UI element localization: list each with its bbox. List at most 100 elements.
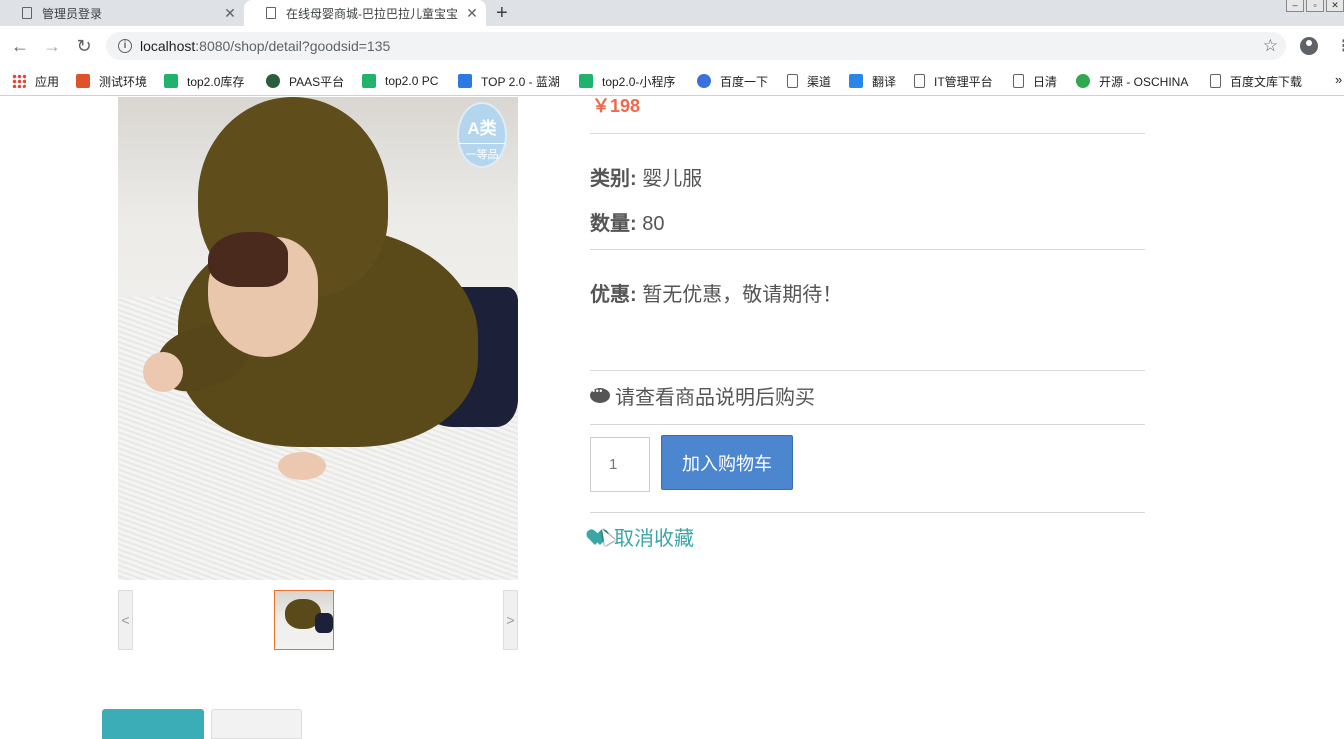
baby-hair [208, 232, 288, 287]
close-icon[interactable]: ✕ [222, 5, 238, 22]
thumbnail-prev-button[interactable]: < [118, 590, 133, 650]
bookmark-paas[interactable]: PAAS平台 [266, 72, 344, 90]
address-bar[interactable]: i localhost:8080/shop/detail?goodsid=135… [106, 32, 1286, 60]
bookmark-oschina[interactable]: 开源 - OSCHINA [1076, 72, 1188, 90]
more-menu-icon[interactable]: ⋮ [1336, 36, 1344, 56]
discount-label: 优惠: [590, 284, 637, 306]
page-icon [787, 74, 798, 88]
bookmark-test-env[interactable]: 测试环境 [76, 72, 147, 90]
category-label: 类别: [590, 168, 637, 190]
bookmark-riqing[interactable]: 日清 [1013, 72, 1057, 90]
comment-icon [590, 386, 610, 403]
back-icon[interactable]: ← [9, 35, 31, 57]
page-icon [1210, 74, 1221, 88]
bookmark-apps[interactable]: 应用 [12, 72, 59, 90]
grade-badge-title: A类 [467, 119, 497, 138]
browser-tab-strip: 管理员登录 ✕ 在线母婴商城-巴拉巴拉儿童宝宝 ✕ + – ▫ ✕ [0, 0, 1344, 26]
thumbnail-item[interactable] [274, 590, 334, 650]
purchase-notice: 请查看商品说明后购买 [590, 381, 815, 410]
category-row: 类别: 婴儿服 [590, 162, 702, 191]
bookmark-it-mgmt[interactable]: IT管理平台 [914, 72, 993, 90]
product-price: ￥198 [592, 96, 641, 116]
grade-badge-subtitle: 一等品 [459, 143, 505, 162]
category-value: 婴儿服 [642, 168, 703, 190]
profile-icon[interactable] [1300, 37, 1318, 55]
bookmark-label: 百度文库下载 [1230, 74, 1303, 89]
bookmark-wenku[interactable]: 百度文库下载 [1210, 72, 1302, 90]
bookmark-label: 日清 [1033, 74, 1058, 89]
thumb-leg [315, 613, 333, 633]
product-main-image: A类 一等品 [118, 97, 518, 580]
oschina-icon [1076, 74, 1090, 88]
minimize-icon[interactable]: – [1286, 0, 1304, 12]
bookmark-label: TOP 2.0 - 蓝湖 [481, 74, 560, 89]
window-controls: – ▫ ✕ [1286, 0, 1344, 12]
detail-tab[interactable] [211, 709, 302, 739]
baby-hand [143, 352, 183, 392]
tab-title: 管理员登录 [42, 6, 103, 21]
discount-value: 暂无优惠，敬请期待！ [642, 284, 843, 306]
bookmark-label: PAAS平台 [289, 74, 345, 89]
restore-icon[interactable]: ▫ [1306, 0, 1324, 12]
bookmarks-bar: 应用 测试环境 top2.0库存 PAAS平台 top2.0 PC TOP 2.… [0, 66, 1344, 96]
bookmark-label: top2.0-小程序 [602, 74, 676, 89]
url-path: :8080/shop/detail?goodsid=135 [195, 38, 391, 54]
divider [590, 512, 1145, 513]
bookmark-label: 翻译 [872, 74, 897, 89]
bookmark-star-icon[interactable]: ☆ [1263, 36, 1278, 56]
forward-icon[interactable]: → [41, 35, 63, 57]
url-text[interactable]: localhost:8080/shop/detail?goodsid=135 [140, 38, 390, 54]
browser-toolbar: ← → ↻ i localhost:8080/shop/detail?goods… [0, 26, 1344, 66]
discount-row: 优惠: 暂无优惠，敬请期待！ [590, 278, 842, 307]
info-icon[interactable]: i [118, 39, 132, 53]
bookmarks-overflow-icon[interactable]: » [1335, 72, 1342, 87]
close-window-icon[interactable]: ✕ [1326, 0, 1344, 12]
detail-tab-active[interactable] [102, 709, 204, 739]
purchase-notice-text: 请查看商品说明后购买 [615, 387, 815, 409]
new-tab-button[interactable]: + [496, 2, 508, 25]
play-icon [362, 74, 376, 88]
tab-title: 在线母婴商城-巴拉巴拉儿童宝宝 [286, 6, 458, 21]
bookmark-label: top2.0 PC [385, 74, 439, 88]
thumbnail-carousel: < > [118, 590, 518, 650]
grade-badge: A类 一等品 [457, 102, 507, 168]
unfavorite-label: 取消收藏 [614, 528, 694, 550]
quantity-input[interactable] [590, 437, 650, 492]
browser-tab-shop-detail[interactable]: 在线母婴商城-巴拉巴拉儿童宝宝 ✕ [244, 0, 486, 26]
thumbnail-next-button[interactable]: > [503, 590, 518, 650]
u-logo-icon [76, 74, 90, 88]
bookmark-top2-stock[interactable]: top2.0库存 [164, 72, 244, 90]
translate-icon [849, 74, 863, 88]
bookmark-label: 开源 - OSCHINA [1099, 74, 1189, 89]
play-icon [579, 74, 593, 88]
bookmark-translate[interactable]: 翻译 [849, 72, 896, 90]
divider [590, 424, 1145, 425]
baby-hand [278, 452, 326, 480]
quantity-value: 80 [642, 213, 665, 235]
play-icon [164, 74, 178, 88]
bookmark-top2-pc[interactable]: top2.0 PC [362, 72, 438, 90]
divider [590, 249, 1145, 250]
apps-icon [12, 74, 26, 88]
divider [590, 133, 1145, 134]
bookmark-channel[interactable]: 渠道 [787, 72, 831, 90]
page-icon [266, 7, 276, 19]
divider [590, 370, 1145, 371]
bookmark-top2-miniprogram[interactable]: top2.0-小程序 [579, 72, 675, 90]
bookmark-lanhu[interactable]: TOP 2.0 - 蓝湖 [458, 72, 560, 90]
bookmark-label: 渠道 [807, 74, 832, 89]
page-icon [1013, 74, 1024, 88]
bookmark-label: 百度一下 [720, 74, 769, 89]
browser-tab-admin-login[interactable]: 管理员登录 ✕ [0, 0, 244, 26]
reload-icon[interactable]: ↻ [73, 35, 95, 57]
bookmark-label: 测试环境 [99, 74, 148, 89]
bookmark-baidu[interactable]: 百度一下 [697, 72, 768, 90]
page-icon [914, 74, 925, 88]
page-icon [22, 7, 32, 19]
globe-icon [266, 74, 280, 88]
bookmark-label: 应用 [35, 74, 60, 89]
add-to-cart-button[interactable]: 加入购物车 [661, 435, 793, 490]
paw-icon [697, 74, 711, 88]
bookmark-label: IT管理平台 [934, 74, 993, 89]
close-icon[interactable]: ✕ [464, 5, 480, 22]
